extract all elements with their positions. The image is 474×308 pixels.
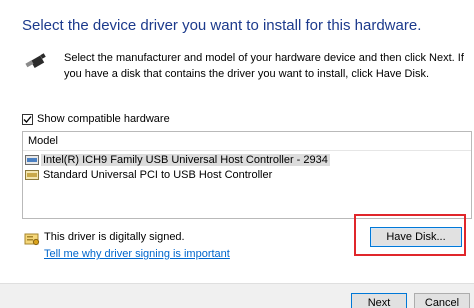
- instructions-text: Select the manufacturer and model of you…: [64, 52, 464, 80]
- usb-plug-icon: [25, 53, 46, 68]
- model-column-header: Model: [23, 132, 471, 151]
- signed-status-text: This driver is digitally signed.: [44, 231, 185, 243]
- checkmark-icon: [23, 115, 32, 123]
- driver-signing-link[interactable]: Tell me why driver signing is important: [44, 248, 230, 260]
- checkbox-checked[interactable]: [22, 113, 33, 125]
- model-item-label: Intel(R) ICH9 Family USB Universal Host …: [41, 153, 330, 166]
- model-item-label: Standard Universal PCI to USB Host Contr…: [43, 168, 273, 181]
- page-title: Select the device driver you want to ins…: [22, 17, 422, 34]
- show-compatible-checkbox[interactable]: Show compatible hardware: [22, 113, 170, 125]
- list-item[interactable]: Intel(R) ICH9 Family USB Universal Host …: [25, 152, 330, 167]
- model-list[interactable]: Model Intel(R) ICH9 Family USB Universal…: [22, 131, 472, 219]
- next-button[interactable]: Next: [351, 293, 407, 308]
- usb-device-icon: [25, 169, 39, 180]
- have-disk-button[interactable]: Have Disk...: [370, 227, 462, 247]
- usb-device-icon: [25, 154, 39, 165]
- list-item[interactable]: Standard Universal PCI to USB Host Contr…: [25, 167, 274, 182]
- driver-select-dialog: Select the device driver you want to ins…: [0, 0, 474, 308]
- cancel-button[interactable]: Cancel: [414, 293, 470, 308]
- show-compatible-label: Show compatible hardware: [37, 113, 170, 125]
- signed-driver-icon: [24, 233, 40, 246]
